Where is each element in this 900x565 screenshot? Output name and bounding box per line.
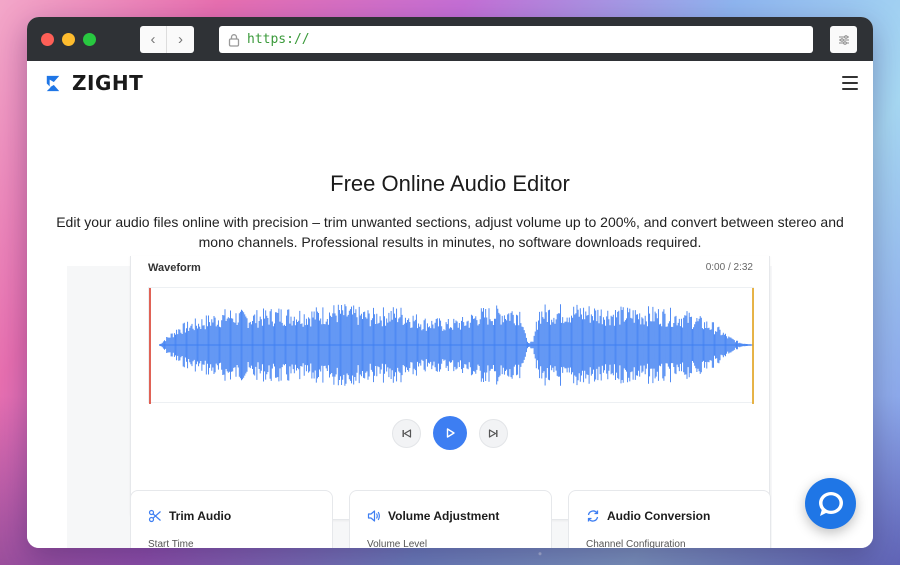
trim-audio-card[interactable]: Trim Audio Start Time (130, 490, 333, 548)
audio-conversion-header: Audio Conversion (569, 491, 770, 523)
channel-configuration-label: Channel Configuration (586, 539, 686, 548)
audio-conversion-title: Audio Conversion (607, 509, 711, 523)
browser-menu-button[interactable] (830, 26, 857, 53)
browser-window: ‹ › https:// ZIGHT Free Online Audio Edi… (27, 17, 873, 548)
site-header: ZIGHT (27, 61, 873, 105)
back-button[interactable]: ‹ (140, 26, 167, 53)
page-description: Edit your audio files online with precis… (56, 214, 844, 250)
skip-back-icon (402, 428, 412, 438)
volume-adjustment-card[interactable]: Volume Adjustment Volume Level (349, 490, 552, 548)
refresh-icon (587, 510, 599, 522)
play-button[interactable] (433, 416, 467, 450)
minimize-window-button[interactable] (62, 32, 75, 46)
close-window-button[interactable] (41, 32, 54, 46)
total-duration: 2:32 (733, 262, 753, 273)
skip-back-button[interactable] (392, 418, 421, 448)
audio-conversion-card[interactable]: Audio Conversion Channel Configuration (568, 490, 771, 548)
waveform-card: Waveform 0:00 / 2:32 (130, 256, 770, 520)
skip-forward-icon (488, 428, 498, 438)
brand-logo[interactable]: ZIGHT (42, 71, 143, 95)
scissors-icon (148, 509, 161, 523)
lock-icon (228, 33, 240, 47)
volume-adjustment-header: Volume Adjustment (350, 491, 551, 523)
chat-widget-button[interactable] (805, 478, 856, 529)
trim-audio-header: Trim Audio (131, 491, 332, 523)
chat-bubble-icon (818, 491, 843, 516)
brand-name: ZIGHT (72, 71, 144, 95)
zight-logo-icon (46, 75, 60, 91)
time-separator: / (727, 262, 731, 273)
skip-forward-button[interactable] (479, 418, 508, 448)
volume-level-label: Volume Level (367, 539, 428, 548)
trim-audio-title: Trim Audio (169, 509, 232, 523)
browser-toolbar: ‹ › https:// (27, 17, 873, 61)
history-nav: ‹ › (140, 26, 194, 53)
forward-button[interactable]: › (167, 26, 194, 53)
speaker-icon (367, 510, 380, 522)
window-controls (41, 32, 96, 46)
address-bar[interactable]: https:// (219, 26, 813, 53)
hamburger-menu-icon[interactable] (842, 76, 858, 90)
waveform-display[interactable] (148, 287, 754, 404)
maximize-window-button[interactable] (83, 32, 96, 46)
chevron-left-icon: ‹ (150, 31, 156, 48)
url-text: https:// (247, 32, 310, 47)
web-page: ZIGHT Free Online Audio Editor Edit your… (27, 61, 873, 548)
playback-controls (131, 416, 769, 450)
sliders-icon (838, 34, 849, 45)
page-title: Free Online Audio Editor (330, 171, 570, 196)
waveform-label: Waveform (148, 262, 201, 274)
chevron-right-icon: › (178, 31, 183, 48)
start-time-label: Start Time (148, 539, 194, 548)
waveform-graphic (149, 288, 754, 404)
play-icon (446, 428, 455, 438)
volume-adjustment-title: Volume Adjustment (388, 509, 500, 523)
current-time: 0:00 (705, 262, 726, 273)
time-readout: 0:00 / 2:32 (706, 262, 753, 273)
